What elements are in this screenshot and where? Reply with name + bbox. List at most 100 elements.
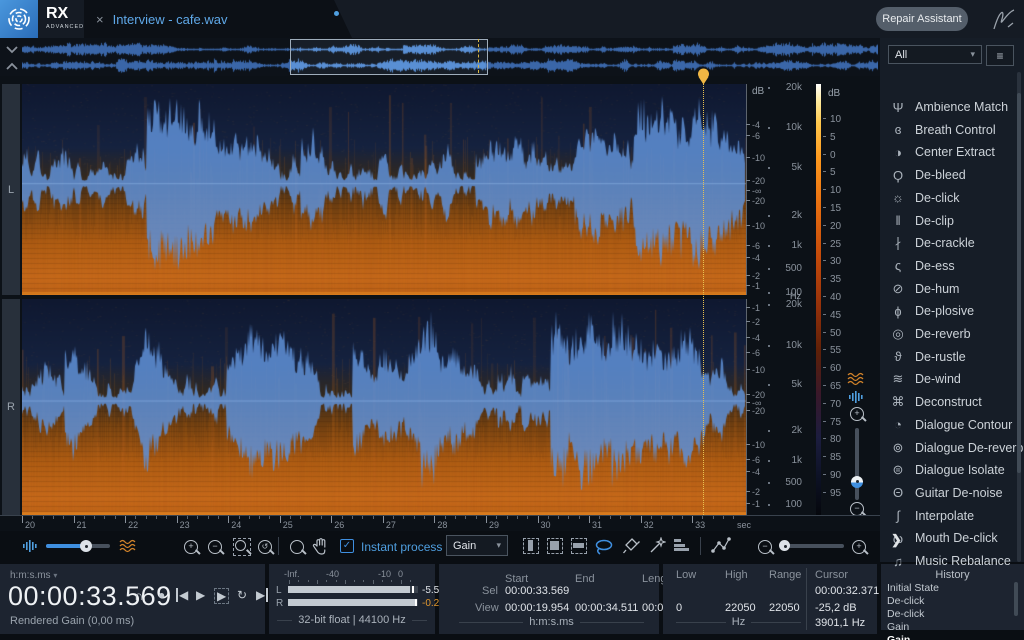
- meter-tick: [410, 580, 411, 582]
- monitor-button[interactable]: ∩: [134, 588, 143, 603]
- module-item-de-reverb[interactable]: ◎De-reverb: [890, 324, 1016, 344]
- module-item-de-clip[interactable]: ‖De-clip: [890, 211, 1016, 231]
- module-item-dialogue-contour[interactable]: ◔Dialogue Contour: [890, 415, 1016, 435]
- ruler-tick: [746, 410, 750, 411]
- record-button[interactable]: ●: [158, 588, 165, 602]
- collapse-overview-icon[interactable]: [4, 44, 20, 72]
- repair-assistant-button[interactable]: Repair Assistant: [876, 7, 968, 31]
- vertical-zoom-knob[interactable]: [851, 476, 863, 488]
- history-item[interactable]: Initial State: [887, 582, 939, 594]
- instant-process-checkbox[interactable]: ✓: [340, 539, 354, 553]
- module-item-ambience-match[interactable]: ΨAmbience Match: [890, 102, 1016, 117]
- timeline-zoom-out-button[interactable]: −: [758, 540, 772, 554]
- module-item-de-click[interactable]: ☼De-click: [890, 188, 1016, 208]
- waveform-view-icon[interactable]: [22, 540, 40, 552]
- module-quick-select[interactable]: Gain▾: [446, 535, 508, 556]
- history-item[interactable]: De-click: [887, 595, 924, 607]
- zoom-in-button[interactable]: +: [184, 540, 198, 554]
- timeline-zoom-knob[interactable]: [779, 540, 790, 551]
- module-item-dialogue-de-reverb[interactable]: ⊚Dialogue De-reverb: [890, 438, 1016, 458]
- play-button[interactable]: ▶: [196, 588, 205, 602]
- skip-back-button[interactable]: ◀: [176, 588, 188, 602]
- module-item-music-rebalance[interactable]: ♫Music Rebalance: [890, 551, 1016, 571]
- time-format-selector[interactable]: h:m:s.ms ▾: [10, 570, 57, 581]
- transport-time-display[interactable]: 00:00:33.569: [8, 581, 172, 612]
- module-item-center-extract[interactable]: ◑Center Extract: [890, 142, 1016, 162]
- instant-process-label[interactable]: Instant process: [361, 540, 442, 554]
- magnify-tool[interactable]: [290, 540, 304, 554]
- brush-tool[interactable]: [622, 537, 640, 555]
- history-scrollbar[interactable]: [1014, 582, 1018, 616]
- module-item-de-plosive[interactable]: ɸDe-plosive: [890, 301, 1016, 321]
- toolbar-divider: [278, 537, 279, 555]
- gain-levels-icon[interactable]: [674, 539, 690, 551]
- expand-modules-button[interactable]: ❯: [891, 532, 902, 548]
- history-item[interactable]: Gain: [887, 621, 909, 633]
- channel-strip-left[interactable]: L: [2, 84, 20, 295]
- time-major-tick: [538, 516, 539, 523]
- ruler-tick: [746, 459, 750, 460]
- play-from-cursor-button[interactable]: ▶: [256, 588, 268, 602]
- playhead-line[interactable]: [703, 76, 704, 515]
- spectrogram-blend-icon[interactable]: [846, 372, 866, 386]
- vertical-zoom-slider[interactable]: [855, 428, 859, 500]
- envelope-nodes-icon[interactable]: [710, 536, 732, 556]
- module-item-de-ess[interactable]: ςDe-ess: [890, 256, 1016, 276]
- module-item-breath-control[interactable]: ɞBreath Control: [890, 120, 1016, 140]
- logo-swirl-icon: [5, 5, 33, 33]
- meter-l-value: -5.5: [422, 585, 439, 596]
- zoom-out-button[interactable]: −: [208, 540, 222, 554]
- module-item-deconstruct[interactable]: ⌘Deconstruct: [890, 392, 1016, 412]
- module-item-mouth-de-click[interactable]: ωMouth De-click: [890, 528, 1016, 548]
- time-ruler[interactable]: 2021222324252627282930313233sec: [0, 515, 880, 532]
- module-item-de-wind[interactable]: ≋De-wind: [890, 369, 1016, 389]
- magic-wand-tool[interactable]: [648, 537, 666, 555]
- zoom-reset-button[interactable]: ↺: [258, 540, 272, 554]
- module-filter-select[interactable]: All▾: [888, 45, 982, 64]
- freq-low: 0: [676, 602, 682, 614]
- vertical-zoom-in-icon[interactable]: +: [850, 407, 864, 421]
- overview-view-region[interactable]: [290, 39, 488, 75]
- module-menu-button[interactable]: ≡: [986, 45, 1014, 66]
- channel-strip-right[interactable]: R: [2, 299, 20, 515]
- lasso-tool[interactable]: [594, 539, 614, 555]
- vertical-zoom-out-icon[interactable]: −: [850, 502, 864, 516]
- module-item-label: Dialogue Isolate: [915, 463, 1005, 477]
- zoom-selection-button[interactable]: [233, 538, 251, 556]
- loop-button[interactable]: ↻: [237, 588, 247, 602]
- waveform-blend-icon[interactable]: [848, 391, 866, 403]
- playhead-marker-icon[interactable]: [696, 68, 711, 85]
- module-scrollbar-thumb[interactable]: [1017, 93, 1021, 473]
- colorbar-tick: 5: [830, 132, 836, 143]
- ruler-tick: [768, 87, 770, 89]
- spectrogram-colorbar: [816, 84, 821, 515]
- de-wind-icon: ≋: [890, 371, 906, 387]
- time-selection-tool[interactable]: [523, 538, 539, 554]
- spectrogram-left[interactable]: [22, 84, 746, 295]
- colorbar-tick: 40: [830, 292, 841, 303]
- view-blend-knob[interactable]: [80, 540, 92, 552]
- hand-tool[interactable]: [312, 537, 329, 555]
- tab-close-icon[interactable]: ×: [96, 12, 104, 27]
- module-item-de-rustle[interactable]: ϑDe-rustle: [890, 347, 1016, 367]
- module-item-de-hum[interactable]: ⊘De-hum: [890, 279, 1016, 299]
- module-item-dialogue-isolate[interactable]: ⊜Dialogue Isolate: [890, 460, 1016, 480]
- file-tab[interactable]: × Interview - cafe.wav: [84, 0, 352, 38]
- frequency-selection-tool[interactable]: [571, 538, 587, 554]
- history-item[interactable]: Gain: [887, 634, 910, 640]
- ruler-tick: [768, 504, 770, 506]
- module-item-interpolate[interactable]: ∫Interpolate: [890, 506, 1016, 526]
- spectrogram-right[interactable]: [22, 299, 746, 515]
- meter-tick: [354, 580, 355, 582]
- spectrogram-view-icon[interactable]: [118, 539, 138, 553]
- module-item-de-crackle[interactable]: ∤De-crackle: [890, 233, 1016, 253]
- tab-title[interactable]: Interview - cafe.wav: [113, 12, 228, 27]
- time-frequency-selection-tool[interactable]: [547, 538, 563, 554]
- module-item-guitar-de-noise[interactable]: ΘGuitar De-noise: [890, 483, 1016, 503]
- center-extract-icon: ◑: [890, 145, 906, 160]
- history-item[interactable]: De-click: [887, 608, 924, 620]
- play-selection-button[interactable]: ▶: [214, 588, 229, 604]
- signature-scribble-icon[interactable]: [990, 5, 1018, 33]
- timeline-zoom-in-button[interactable]: +: [852, 540, 866, 554]
- module-item-de-bleed[interactable]: ϘDe-bleed: [890, 165, 1016, 185]
